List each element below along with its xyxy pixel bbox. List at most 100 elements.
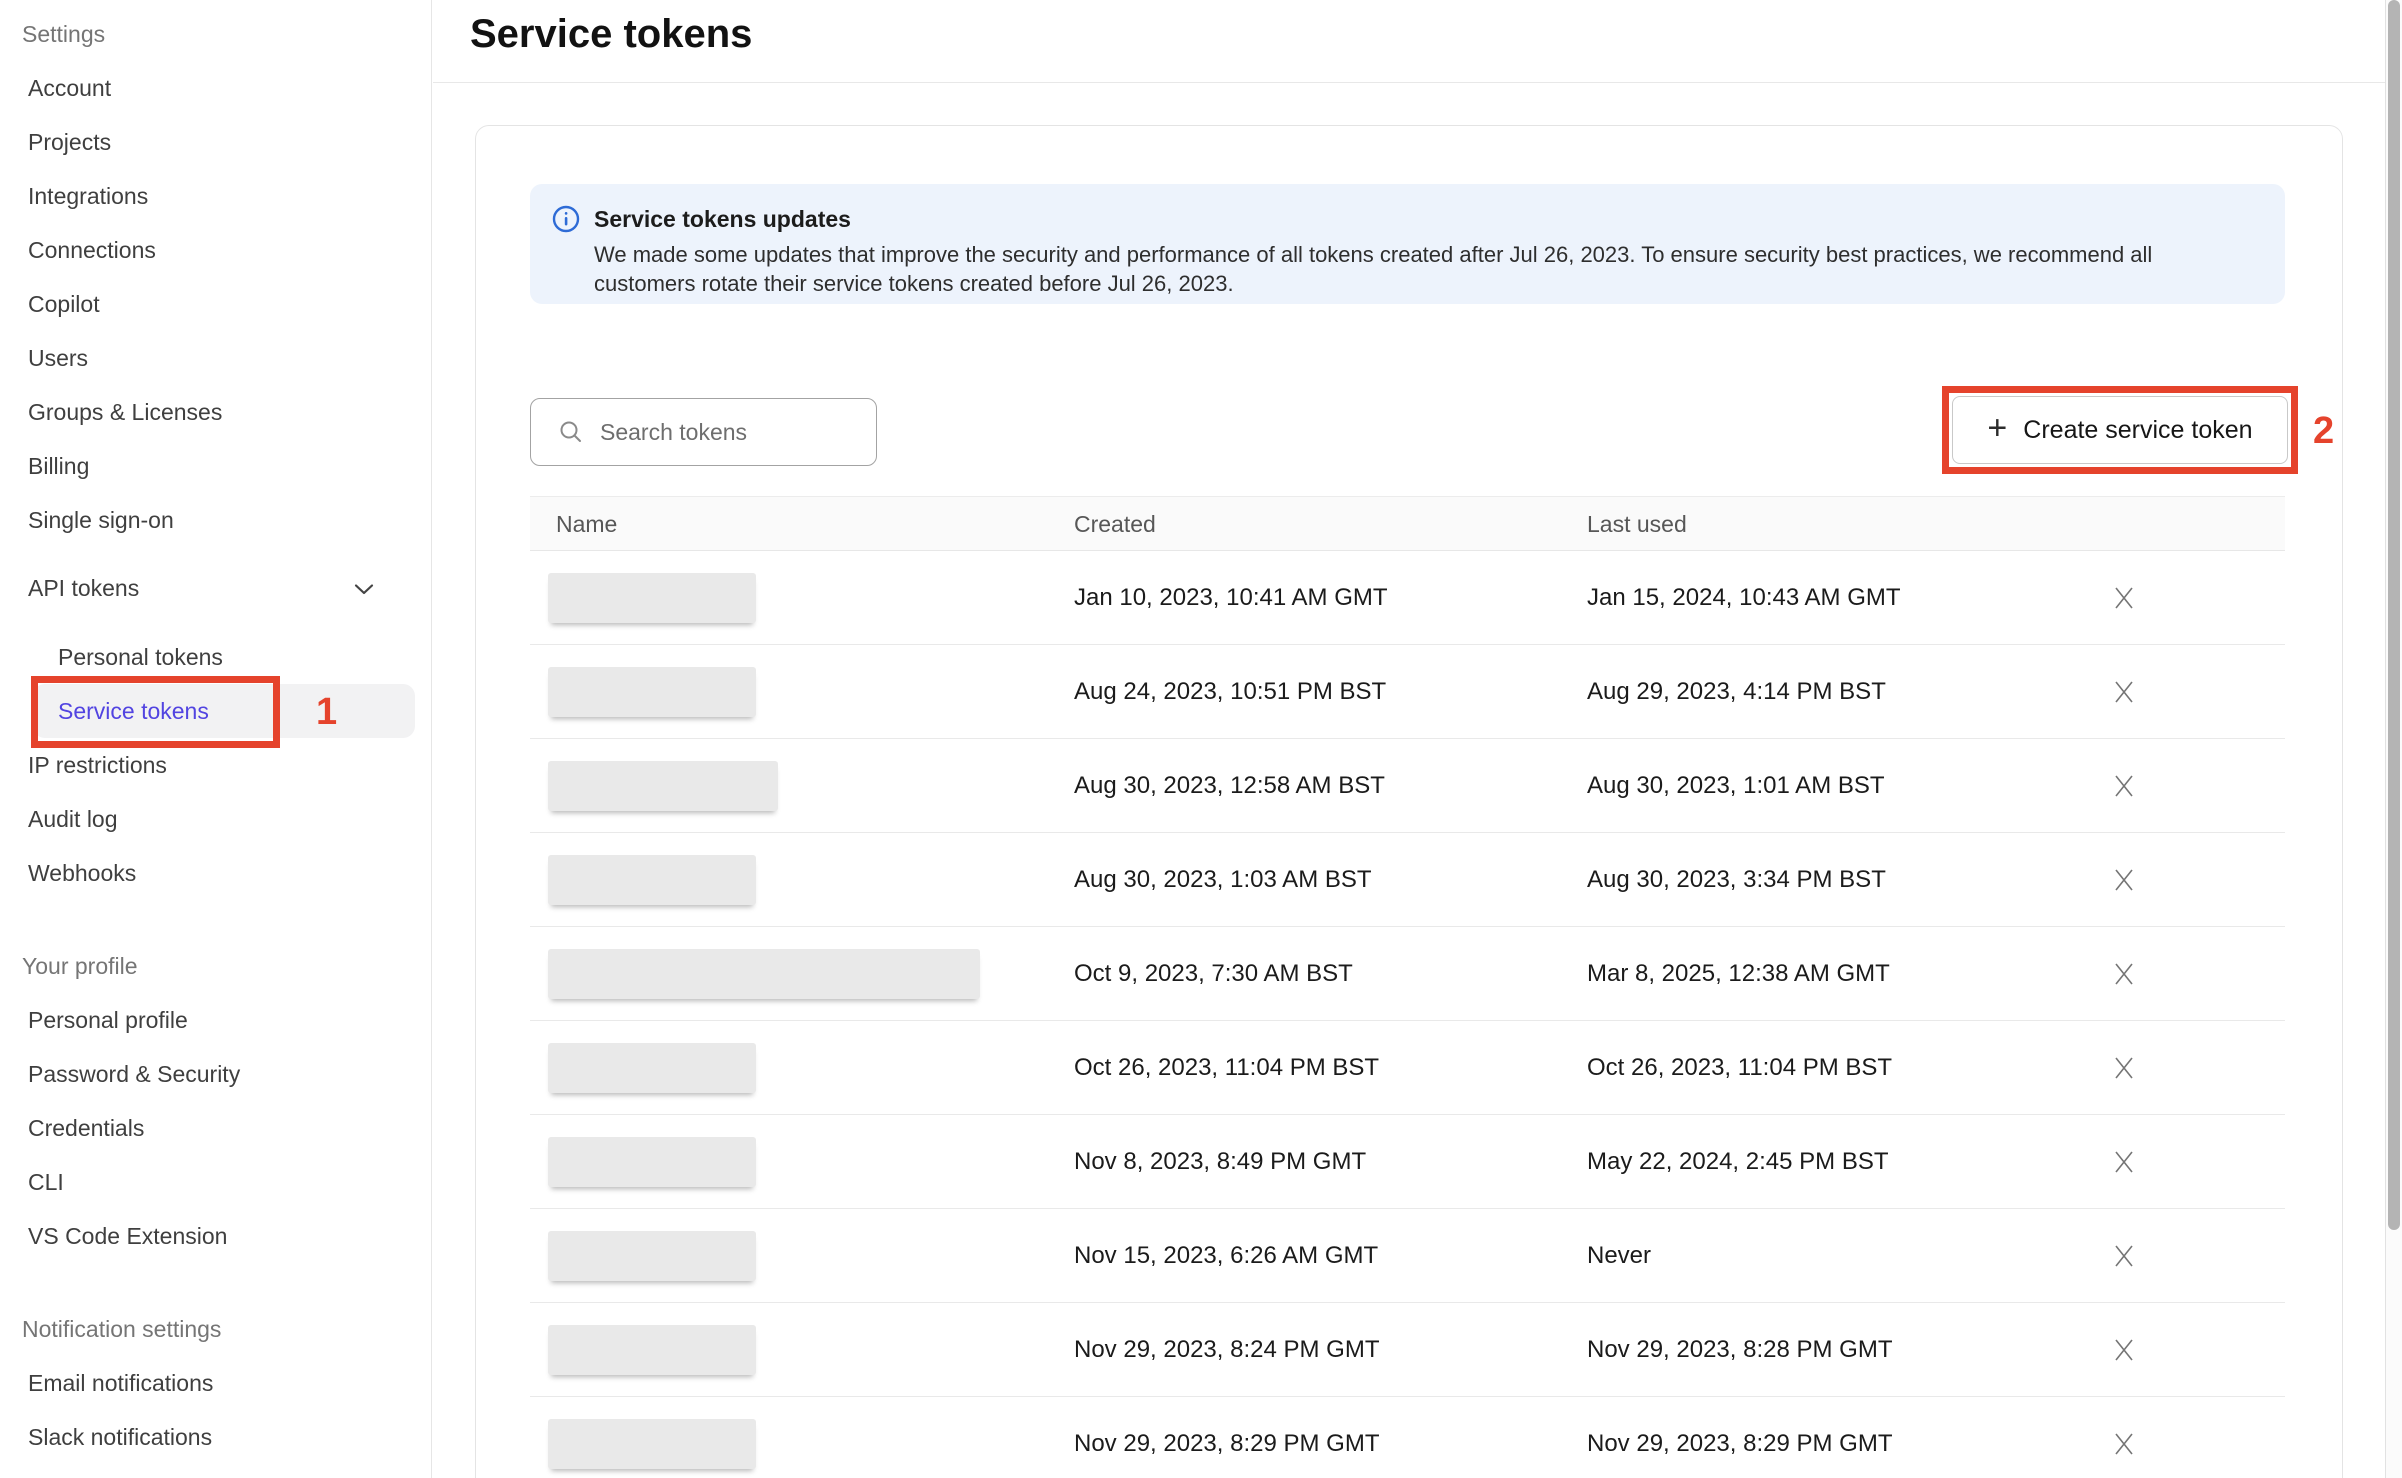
scrollbar-thumb[interactable] — [2388, 0, 2400, 1230]
sidebar-item-connections[interactable]: Connections — [0, 223, 431, 277]
created-cell: Nov 8, 2023, 8:49 PM GMT — [1074, 1115, 1366, 1209]
delete-token-button[interactable] — [2102, 860, 2146, 900]
token-name-redacted — [548, 761, 778, 811]
token-name-redacted — [548, 1137, 756, 1187]
created-cell: Nov 15, 2023, 6:26 AM GMT — [1074, 1209, 1378, 1303]
service-tokens-table: Name Created Last used Jan 10, 2023, 10:… — [530, 496, 2285, 1478]
info-banner: Service tokens updates We made some upda… — [530, 184, 2285, 304]
close-icon — [2113, 775, 2135, 797]
last-used-cell: Aug 30, 2023, 3:34 PM BST — [1587, 833, 1886, 927]
created-cell: Jan 10, 2023, 10:41 AM GMT — [1074, 551, 1388, 645]
delete-token-button[interactable] — [2102, 1142, 2146, 1182]
sidebar-section-settings: Settings — [0, 7, 431, 61]
scrollbar — [2385, 0, 2402, 1478]
last-used-cell: Oct 26, 2023, 11:04 PM BST — [1587, 1021, 1892, 1115]
created-cell: Nov 29, 2023, 8:29 PM GMT — [1074, 1397, 1379, 1478]
table-row: Nov 15, 2023, 6:26 AM GMT Never — [530, 1209, 2285, 1303]
last-used-cell: Never — [1587, 1209, 1651, 1303]
sidebar-item-integrations[interactable]: Integrations — [0, 169, 431, 223]
last-used-cell: Mar 8, 2025, 12:38 AM GMT — [1587, 927, 1890, 1021]
last-used-cell: Nov 29, 2023, 8:28 PM GMT — [1587, 1303, 1892, 1397]
close-icon — [2113, 1151, 2135, 1173]
annotation-number-1: 1 — [316, 688, 356, 736]
token-name-redacted — [548, 949, 980, 999]
delete-token-button[interactable] — [2102, 1424, 2146, 1464]
sidebar-item-personal-profile[interactable]: Personal profile — [0, 993, 431, 1047]
column-header-last-used: Last used — [1587, 497, 1687, 552]
title-divider — [433, 82, 2385, 83]
sidebar-item-vs-code-extension[interactable]: VS Code Extension — [0, 1209, 431, 1263]
last-used-cell: May 22, 2024, 2:45 PM BST — [1587, 1115, 1889, 1209]
token-name-redacted — [548, 855, 756, 905]
sidebar-item-users[interactable]: Users — [0, 331, 431, 385]
sidebar-item-password-security[interactable]: Password & Security — [0, 1047, 431, 1101]
table-row: Jan 10, 2023, 10:41 AM GMT Jan 15, 2024,… — [530, 551, 2285, 645]
close-icon — [2113, 1245, 2135, 1267]
sidebar-item-account[interactable]: Account — [0, 61, 431, 115]
search-placeholder: Search tokens — [600, 419, 747, 446]
table-row: Aug 30, 2023, 1:03 AM BST Aug 30, 2023, … — [530, 833, 2285, 927]
token-name-redacted — [548, 1231, 756, 1281]
close-icon — [2113, 869, 2135, 891]
create-service-token-label: Create service token — [2023, 416, 2252, 445]
sidebar-item-credentials[interactable]: Credentials — [0, 1101, 431, 1155]
close-icon — [2113, 963, 2135, 985]
table-row: Nov 29, 2023, 8:29 PM GMT Nov 29, 2023, … — [530, 1397, 2285, 1478]
table-row: Oct 9, 2023, 7:30 AM BST Mar 8, 2025, 12… — [530, 927, 2285, 1021]
table-row: Nov 8, 2023, 8:49 PM GMT May 22, 2024, 2… — [530, 1115, 2285, 1209]
close-icon — [2113, 587, 2135, 609]
created-cell: Aug 30, 2023, 1:03 AM BST — [1074, 833, 1372, 927]
sidebar-item-api-tokens[interactable]: API tokens — [0, 561, 431, 615]
annotation-box-2: + Create service token — [1942, 386, 2298, 474]
page-title: Service tokens — [470, 12, 752, 57]
sidebar-item-personal-tokens[interactable]: Personal tokens — [0, 630, 431, 684]
service-tokens-card: Service tokens updates We made some upda… — [475, 125, 2343, 1478]
last-used-cell: Jan 15, 2024, 10:43 AM GMT — [1587, 551, 1901, 645]
sidebar-item-single-sign-on[interactable]: Single sign-on — [0, 493, 431, 547]
sidebar-item-email-notifications[interactable]: Email notifications — [0, 1356, 431, 1410]
banner-body: We made some updates that improve the se… — [594, 240, 2245, 298]
delete-token-button[interactable] — [2102, 578, 2146, 618]
sidebar-item-audit-log[interactable]: Audit log — [0, 792, 431, 846]
sidebar-item-projects[interactable]: Projects — [0, 115, 431, 169]
delete-token-button[interactable] — [2102, 1048, 2146, 1088]
created-cell: Aug 30, 2023, 12:58 AM BST — [1074, 739, 1385, 833]
token-name-redacted — [548, 667, 756, 717]
table-header: Name Created Last used — [530, 496, 2285, 551]
last-used-cell: Aug 29, 2023, 4:14 PM BST — [1587, 645, 1886, 739]
api-tokens-label: API tokens — [28, 575, 139, 602]
sidebar-item-slack-notifications[interactable]: Slack notifications — [0, 1410, 431, 1464]
sidebar-section-your-profile: Your profile — [0, 939, 431, 993]
create-service-token-button[interactable]: + Create service token — [1952, 396, 2288, 464]
last-used-cell: Nov 29, 2023, 8:29 PM GMT — [1587, 1397, 1892, 1478]
info-icon — [552, 205, 580, 238]
sidebar-item-ip-restrictions[interactable]: IP restrictions — [0, 738, 431, 792]
delete-token-button[interactable] — [2102, 766, 2146, 806]
column-header-created: Created — [1074, 497, 1156, 552]
sidebar-item-cli[interactable]: CLI — [0, 1155, 431, 1209]
delete-token-button[interactable] — [2102, 1236, 2146, 1276]
created-cell: Oct 9, 2023, 7:30 AM BST — [1074, 927, 1353, 1021]
token-name-redacted — [548, 1043, 756, 1093]
created-cell: Aug 24, 2023, 10:51 PM BST — [1074, 645, 1386, 739]
plus-icon: + — [1987, 409, 2007, 448]
settings-sidebar: Settings Account Projects Integrations C… — [0, 0, 432, 1478]
last-used-cell: Aug 30, 2023, 1:01 AM BST — [1587, 739, 1885, 833]
delete-token-button[interactable] — [2102, 1330, 2146, 1370]
main-content: Service tokens Service tokens updates We… — [433, 0, 2385, 1478]
token-name-redacted — [548, 573, 756, 623]
sidebar-item-service-tokens-selected[interactable]: Service tokens — [33, 684, 415, 738]
sidebar-item-copilot[interactable]: Copilot — [0, 277, 431, 331]
table-row: Nov 29, 2023, 8:24 PM GMT Nov 29, 2023, … — [530, 1303, 2285, 1397]
token-name-redacted — [548, 1419, 756, 1469]
sidebar-item-groups-licenses[interactable]: Groups & Licenses — [0, 385, 431, 439]
chevron-down-icon — [352, 577, 376, 607]
delete-token-button[interactable] — [2102, 954, 2146, 994]
service-tokens-page: Settings Account Projects Integrations C… — [0, 0, 2402, 1478]
delete-token-button[interactable] — [2102, 672, 2146, 712]
sidebar-item-billing[interactable]: Billing — [0, 439, 431, 493]
sidebar-item-webhooks[interactable]: Webhooks — [0, 846, 431, 900]
search-tokens-input[interactable]: Search tokens — [530, 398, 877, 466]
annotation-number-2: 2 — [2313, 407, 2357, 455]
created-cell: Nov 29, 2023, 8:24 PM GMT — [1074, 1303, 1379, 1397]
